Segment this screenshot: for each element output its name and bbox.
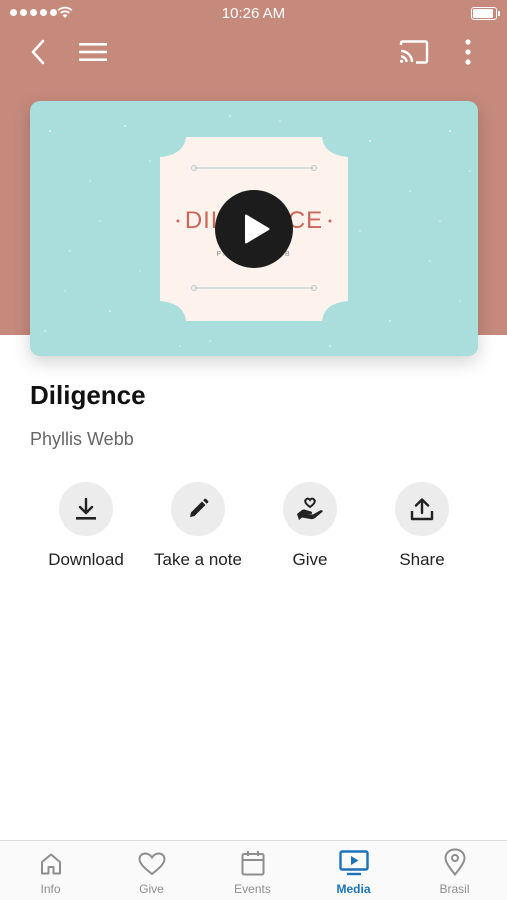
location-pin-icon bbox=[443, 848, 466, 876]
download-circle bbox=[59, 482, 113, 536]
download-label: Download bbox=[48, 550, 124, 569]
give-circle bbox=[283, 482, 337, 536]
more-vertical-icon bbox=[465, 39, 471, 65]
tab-brasil[interactable]: Brasil bbox=[404, 841, 505, 900]
tab-events[interactable]: Events bbox=[202, 841, 303, 900]
media-author: Phyllis Webb bbox=[30, 429, 134, 449]
give-label: Give bbox=[292, 550, 328, 569]
play-icon bbox=[245, 214, 270, 244]
battery-icon bbox=[471, 7, 500, 20]
bottom-tab-bar: Info Give Events Media Brasil bbox=[0, 840, 507, 900]
give-button[interactable]: Give bbox=[254, 482, 366, 570]
share-label: Share bbox=[399, 550, 445, 569]
cast-icon bbox=[399, 40, 429, 64]
status-time: 10:26 AM bbox=[221, 5, 286, 22]
take-note-button[interactable]: Take a note bbox=[142, 482, 254, 570]
menu-button[interactable] bbox=[73, 32, 113, 72]
share-circle bbox=[395, 482, 449, 536]
tab-media[interactable]: Media bbox=[303, 841, 404, 900]
hamburger-icon bbox=[79, 43, 107, 61]
cast-button[interactable] bbox=[394, 32, 434, 72]
status-bar: 10:26 AM bbox=[0, 0, 507, 28]
tab-info[interactable]: Info bbox=[0, 841, 101, 900]
take-note-label: Take a note bbox=[154, 550, 242, 569]
tab-give[interactable]: Give bbox=[101, 841, 202, 900]
tab-info-label: Info bbox=[40, 882, 61, 896]
home-icon bbox=[40, 853, 61, 875]
download-button[interactable]: Download bbox=[30, 482, 142, 570]
calendar-icon bbox=[241, 851, 264, 876]
back-icon bbox=[31, 39, 45, 65]
share-icon bbox=[410, 498, 434, 521]
give-heart-hand-icon bbox=[297, 497, 323, 520]
tab-events-label: Events bbox=[234, 882, 271, 896]
download-icon bbox=[76, 497, 96, 520]
top-nav-bar bbox=[0, 32, 507, 72]
heart-icon bbox=[137, 852, 166, 876]
share-button[interactable]: Share bbox=[366, 482, 478, 570]
pencil-icon bbox=[190, 498, 209, 517]
take-note-circle bbox=[171, 482, 225, 536]
play-button[interactable] bbox=[215, 190, 293, 268]
media-title: Diligence bbox=[30, 380, 146, 410]
tab-give-label: Give bbox=[139, 882, 164, 896]
tv-play-icon bbox=[338, 850, 369, 876]
more-options-button[interactable] bbox=[448, 32, 488, 72]
action-row: Download Take a note Give Share bbox=[30, 482, 478, 582]
tab-brasil-label: Brasil bbox=[439, 882, 470, 896]
tab-media-label: Media bbox=[336, 882, 371, 896]
back-button[interactable] bbox=[18, 32, 58, 72]
